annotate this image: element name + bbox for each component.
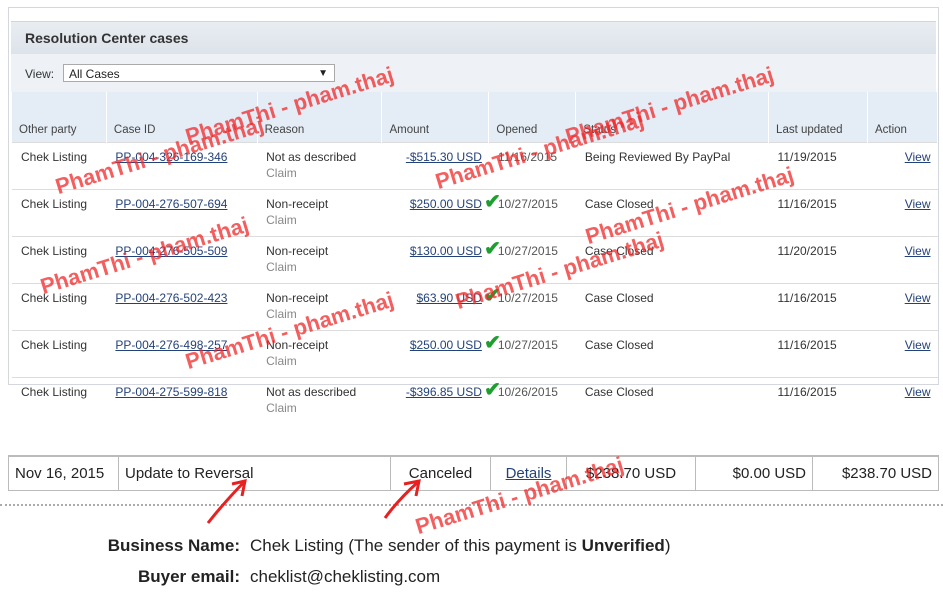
red-arrow-icon — [206, 479, 247, 524]
annotation-arrows — [206, 479, 421, 524]
red-arrow-icon — [383, 479, 421, 519]
